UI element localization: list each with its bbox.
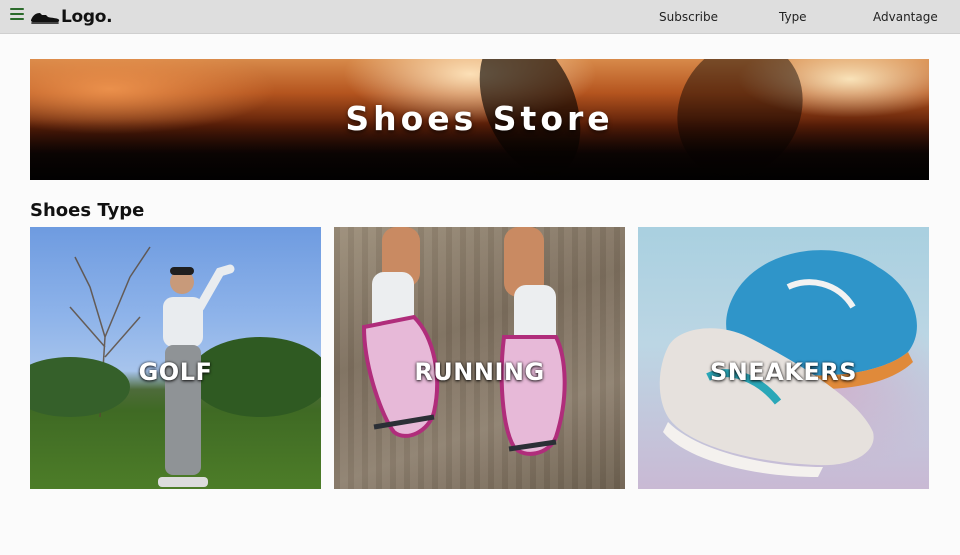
card-sneakers[interactable]: SNEAKERS	[638, 227, 929, 489]
section-title: Shoes Type	[30, 200, 145, 221]
card-label-golf: GOLF	[138, 358, 213, 386]
hero-title: Shoes Store	[345, 99, 614, 138]
nav-link-subscribe[interactable]: Subscribe	[659, 10, 718, 24]
card-label-sneakers: SNEAKERS	[709, 358, 858, 386]
card-running[interactable]: RUNNING	[334, 227, 625, 489]
hero-banner: Shoes Store	[30, 59, 929, 180]
shoe-icon	[30, 13, 60, 24]
nav-link-advantage[interactable]: Advantage	[873, 10, 938, 24]
hamburger-menu-icon[interactable]	[10, 7, 24, 21]
logo-text: Logo.	[61, 7, 113, 27]
brand-logo[interactable]: Logo.	[30, 6, 113, 28]
nav-link-type[interactable]: Type	[779, 10, 807, 24]
card-label-running: RUNNING	[414, 358, 545, 386]
card-golf[interactable]: GOLF	[30, 227, 321, 489]
top-navbar: Logo. Subscribe Type Advantage	[0, 0, 960, 34]
